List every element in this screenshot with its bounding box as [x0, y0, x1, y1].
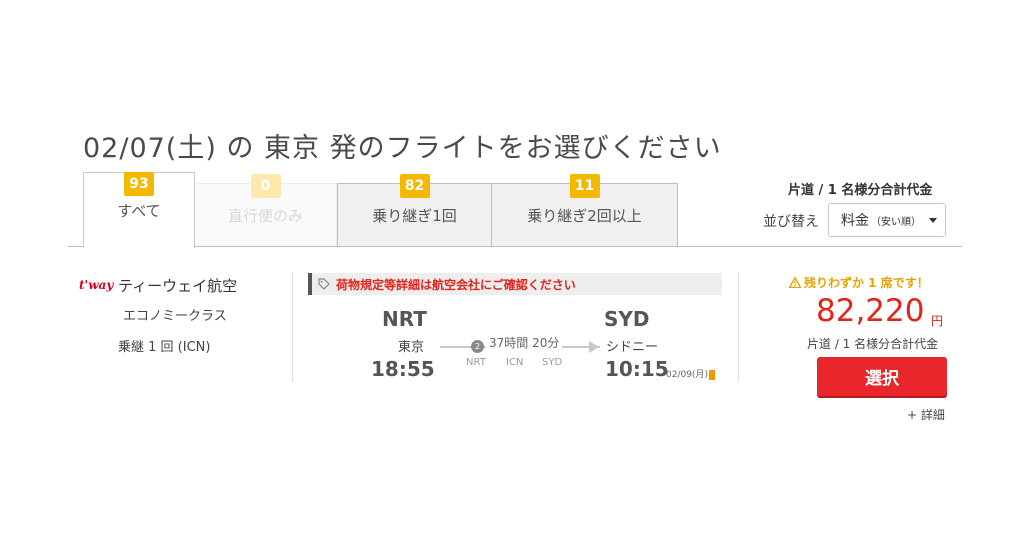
tab-count-badge: 82 [399, 174, 430, 198]
tab-label: 直行便のみ [227, 206, 303, 225]
tag-icon [318, 278, 330, 290]
tab-all[interactable]: 93 すべて [83, 172, 195, 248]
stop-count-icon: 2 [471, 340, 484, 353]
arrival-city: シドニー [606, 340, 659, 355]
currency-unit: 円 [931, 314, 944, 328]
arrival-airport-code: SYD [604, 307, 650, 331]
baggage-notice: 荷物規定等詳細は航空会社にご確認ください [308, 273, 722, 295]
select-flight-button[interactable]: 選択 [817, 357, 947, 396]
tab-one-connection[interactable]: 82 乗り継ぎ1回 [337, 174, 492, 247]
fare-basis-note: 片道 / 1 名様分合計代金 [788, 183, 933, 198]
seats-left-warning: 残りわずか 1 席です！ [789, 274, 929, 291]
chevron-down-icon [929, 217, 937, 223]
sort-label: 並び替え [763, 214, 819, 230]
info-icon[interactable] [708, 369, 715, 380]
arrival-date-text: 02/09(月) [666, 370, 708, 380]
tab-label: 乗り継ぎ1回 [372, 206, 457, 225]
connection-info: 乗継 1 回 (ICN) [118, 340, 211, 355]
arrival-time: 10:15 [605, 357, 669, 381]
flight-duration: 37時間 20分 [486, 334, 563, 351]
cabin-class: エコノミークラス [123, 309, 227, 324]
page-title: 02/07(土) の 東京 発のフライトをお選びください [83, 133, 722, 164]
route-point: ICN [506, 357, 524, 368]
departure-time: 18:55 [371, 357, 435, 381]
airline-logo: t'way [79, 278, 114, 292]
arrival-date: 02/09(月) [666, 367, 715, 380]
sort-selected-value: 料金 [841, 213, 869, 229]
arrow-right-icon [589, 341, 599, 353]
column-divider [292, 272, 293, 382]
route-point: NRT [466, 357, 486, 368]
seats-left-text: 残りわずか 1 席です！ [804, 276, 929, 290]
column-divider [738, 272, 739, 382]
tab-divider [68, 246, 962, 247]
airline-name: ティーウェイ航空 [118, 277, 238, 295]
tab-label: すべて [117, 202, 161, 220]
fare-amount: 82,220 [816, 293, 925, 329]
tab-direct-only: 0 直行便のみ [194, 174, 337, 247]
warning-icon [789, 277, 801, 288]
tab-count-badge: 0 [250, 174, 281, 198]
departure-airport-code: NRT [382, 307, 427, 331]
baggage-notice-text: 荷物規定等詳細は航空会社にご確認ください [336, 277, 576, 292]
route-point: SYD [542, 357, 563, 368]
fare-basis-note: 片道 / 1 名様分合計代金 [807, 337, 939, 351]
details-link[interactable]: + 詳細 [907, 406, 945, 423]
tab-count-badge: 93 [124, 172, 154, 196]
tab-two-plus-connections[interactable]: 11 乗り継ぎ2回以上 [491, 174, 678, 247]
sort-dropdown[interactable]: 料金 （安い順） [828, 203, 946, 237]
tab-count-badge: 11 [569, 174, 600, 198]
sort-selected-sub: （安い順） [871, 216, 921, 228]
departure-city: 東京 [398, 340, 425, 355]
tab-label: 乗り継ぎ2回以上 [527, 206, 642, 225]
